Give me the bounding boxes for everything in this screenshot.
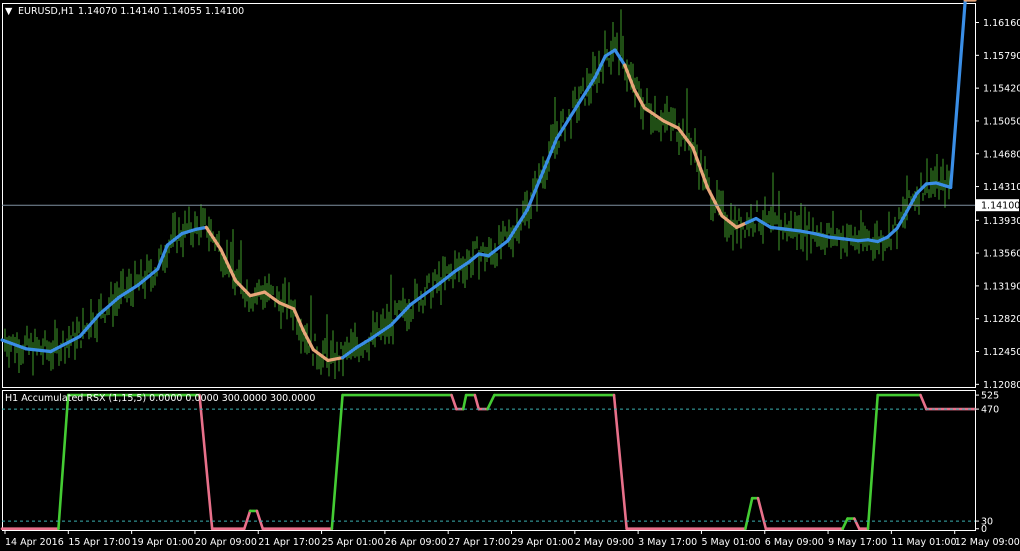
rsx-line-segment <box>57 393 70 531</box>
time-axis-label: 5 May 01:00 <box>701 537 760 548</box>
rsx-line-segment <box>853 517 861 531</box>
rsx-line-segment <box>242 509 252 531</box>
rsx-line-segment <box>841 517 849 531</box>
rsx-line-segment <box>450 393 458 411</box>
ma-line-segment <box>117 283 140 300</box>
time-axis-label: 25 Apr 01:00 <box>322 537 384 548</box>
price-bars <box>4 9 950 380</box>
time-axis-label: 15 Apr 17:00 <box>68 537 130 548</box>
rsx-line-segment <box>473 393 481 411</box>
time-axis-label: 19 Apr 01:00 <box>132 537 194 548</box>
price-axis-label: 1.16160 <box>983 18 1020 29</box>
price-axis-label: 1.12080 <box>983 380 1020 391</box>
time-axis-label: 12 May 09:00 <box>955 537 1020 548</box>
rsx-line-segment <box>461 393 468 411</box>
ma-line-segment <box>783 227 802 233</box>
rsx-axis-label: 0 <box>981 524 987 535</box>
ma-line-segment <box>467 252 481 264</box>
ma-line-segment <box>593 54 607 79</box>
ma-line-segment <box>180 227 199 236</box>
rsx-panel-frame <box>2 390 976 531</box>
symbol-label: EURUSD,H1 <box>18 6 74 17</box>
ma-line-segment <box>949 0 967 190</box>
price-axis-label: 1.15790 <box>983 51 1020 62</box>
rsx-axis-label: 525 <box>981 391 999 402</box>
price-axis-label: 1.13560 <box>983 249 1020 260</box>
price-axis-label: 1.13930 <box>983 216 1020 227</box>
ma-line-segment <box>326 356 345 362</box>
rsx-line-segment <box>255 509 265 531</box>
time-axis-label: 6 May 09:00 <box>765 537 824 548</box>
time-axis-label: 2 May 09:00 <box>575 537 634 548</box>
ma-line-segment <box>827 235 846 241</box>
rsx-line-segment <box>198 393 214 531</box>
time-axis-label: 29 Apr 01:00 <box>512 537 574 548</box>
ma-line-segment <box>355 336 374 349</box>
price-axis-label: 1.14310 <box>983 182 1020 193</box>
rsx-line-segment <box>330 393 344 531</box>
ma-line-segment <box>798 229 817 236</box>
ma-line-segment <box>0 338 28 351</box>
ma-line-segment <box>735 221 748 229</box>
price-axis-label: 1.13190 <box>983 281 1020 292</box>
rsx-line-segment <box>756 496 768 531</box>
time-axis-label: 20 Apr 09:00 <box>195 537 257 548</box>
ma-line-segment <box>744 216 758 225</box>
time-axis-label: 11 May 01:00 <box>891 537 956 548</box>
ma-line-segment <box>934 181 953 190</box>
ma-line-segment <box>769 225 787 231</box>
current-price-label: 1.14100 <box>981 201 1020 212</box>
ma-line-segment <box>676 126 695 150</box>
chart-menu-icon[interactable]: ▼ <box>5 6 13 17</box>
ohlc-readout: 1.14070 1.14140 1.14055 1.14100 <box>78 6 244 17</box>
rsx-line-segment <box>866 393 880 531</box>
price-panel-frame <box>2 3 976 388</box>
time-axis-label: 21 Apr 17:00 <box>258 537 320 548</box>
time-axis-label: 3 May 17:00 <box>638 537 697 548</box>
time-axis-label: 14 Apr 2016 <box>5 537 64 548</box>
ma-line-segment <box>842 237 860 243</box>
time-axis-label: 9 May 17:00 <box>828 537 887 548</box>
price-axis-label: 1.12450 <box>983 347 1020 358</box>
ma-line-segment <box>555 106 578 141</box>
time-axis-label: 26 Apr 09:00 <box>385 537 447 548</box>
rsx-line-segment <box>486 393 496 411</box>
chart-canvas: 1.16160 1.15790 1.15420 1.15050 1.14680 1.143… <box>0 0 1020 548</box>
price-axis-label: 1.12820 <box>983 314 1020 325</box>
rsx-line-segment <box>744 496 754 531</box>
time-axis-label: 27 Apr 17:00 <box>448 537 510 548</box>
price-axis-label: 1.14680 <box>983 149 1020 160</box>
rsx-line-segment <box>612 393 628 531</box>
indicator-label: H1 Accumulated RSX (1,15,5) 0.0000 0.000… <box>5 393 315 404</box>
rsx-axis-label: 470 <box>981 405 999 416</box>
price-axis-label: 1.15420 <box>983 84 1020 95</box>
rsx-line-segment <box>919 393 928 411</box>
price-axis-label: 1.15050 <box>983 116 1020 127</box>
